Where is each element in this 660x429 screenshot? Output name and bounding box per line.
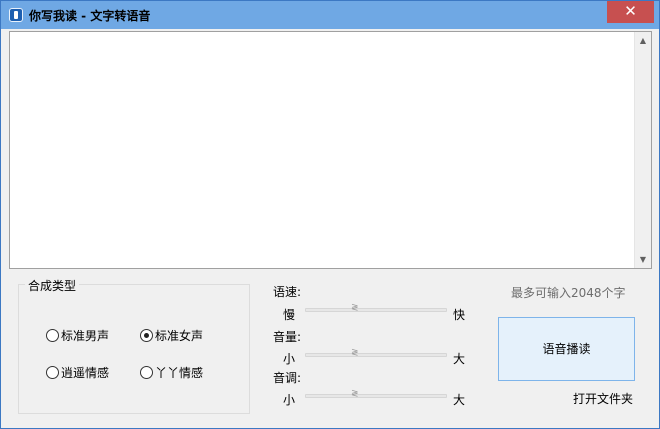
radio-label: 逍遥情感	[61, 366, 110, 380]
speed-slider-thumb[interactable]: ≷	[351, 303, 359, 313]
voice-type-group-label: 合成类型	[25, 277, 80, 294]
volume-label: 音量:	[273, 330, 302, 344]
speed-label: 语速:	[273, 285, 302, 299]
radio-label: 标准女声	[155, 329, 204, 343]
volume-min-label: 小	[283, 352, 296, 366]
play-speech-button[interactable]: 语音播读	[498, 317, 635, 381]
pitch-slider-thumb[interactable]: ≷	[351, 389, 359, 399]
radio-label: 标准男声	[61, 329, 110, 343]
volume-slider-thumb[interactable]: ≷	[351, 348, 359, 358]
close-icon: ✕	[624, 2, 637, 20]
radio-xiaoyao-emotion[interactable]: 逍遥情感	[46, 364, 109, 381]
speed-min-label: 慢	[283, 308, 296, 322]
pitch-min-label: 小	[283, 393, 296, 407]
radio-checked-icon	[140, 329, 153, 342]
radio-yaya-emotion[interactable]: 丫丫情感	[140, 364, 203, 381]
title-bar[interactable]: 你写我读 - 文字转语音 ✕	[1, 1, 659, 29]
speed-max-label: 快	[453, 308, 466, 322]
volume-max-label: 大	[453, 352, 466, 366]
open-folder-link[interactable]: 打开文件夹	[573, 390, 633, 407]
scroll-up-icon[interactable]: ▲	[635, 32, 651, 49]
vertical-scrollbar[interactable]: ▲ ▼	[634, 32, 651, 268]
radio-standard-male[interactable]: 标准男声	[46, 327, 109, 344]
radio-unchecked-icon	[140, 366, 153, 379]
app-icon	[9, 8, 23, 22]
pitch-max-label: 大	[453, 393, 466, 407]
close-button[interactable]: ✕	[607, 1, 654, 23]
radio-label: 丫丫情感	[155, 366, 204, 380]
volume-slider[interactable]: ≷	[305, 348, 447, 358]
pitch-label: 音调:	[273, 371, 302, 385]
window-title: 你写我读 - 文字转语音	[29, 9, 151, 23]
radio-standard-female[interactable]: 标准女声	[140, 327, 203, 344]
voice-type-group	[18, 284, 250, 414]
pitch-slider[interactable]: ≷	[305, 389, 447, 399]
scroll-down-icon[interactable]: ▼	[635, 251, 651, 268]
radio-unchecked-icon	[46, 329, 59, 342]
speed-slider[interactable]: ≷	[305, 303, 447, 313]
radio-unchecked-icon	[46, 366, 59, 379]
text-input-area[interactable]: ▲ ▼	[9, 31, 652, 269]
max-characters-hint: 最多可输入2048个字	[511, 286, 626, 300]
main-window: 你写我读 - 文字转语音 ✕ ▲ ▼ 合成类型 标准男声 标准女声 逍遥情感 丫…	[0, 0, 660, 429]
